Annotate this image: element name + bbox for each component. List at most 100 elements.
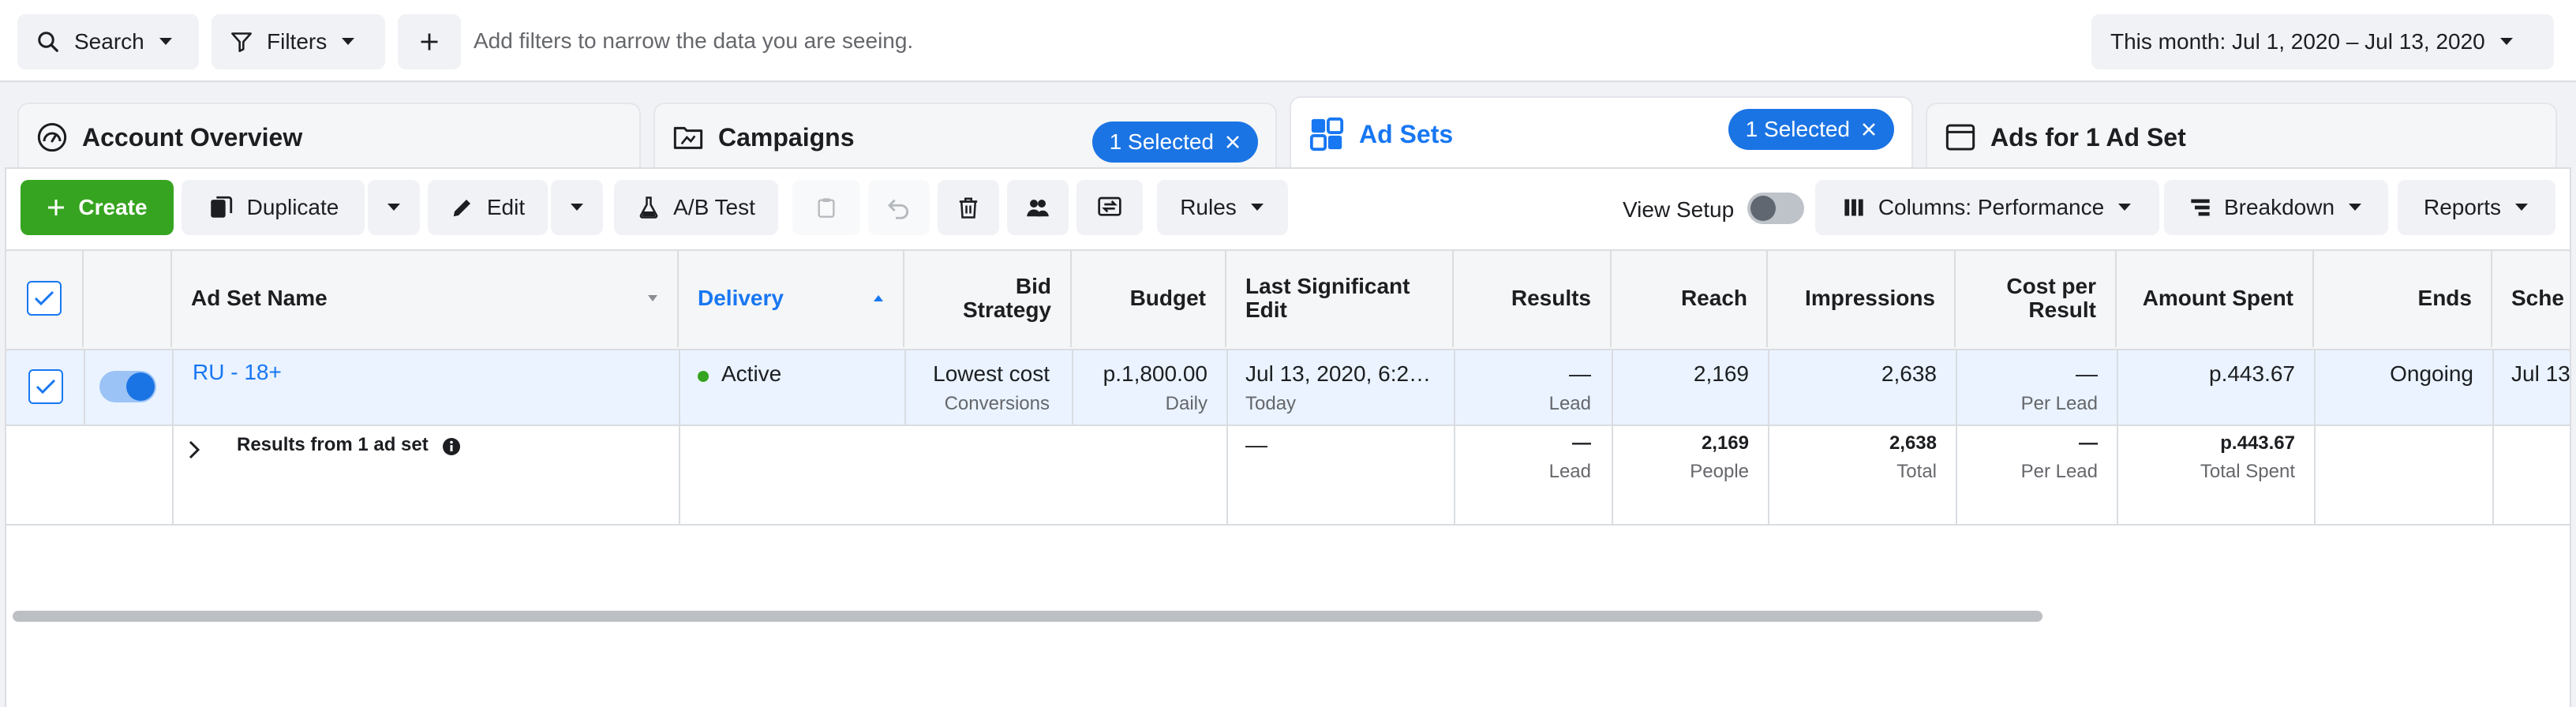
clipboard-icon bbox=[818, 198, 835, 218]
summary-amount-spent-sub: Total Spent bbox=[2200, 461, 2295, 482]
tab-ad-sets[interactable]: Ad Sets 1 Selected bbox=[1290, 96, 1913, 170]
tab-title: Ads for 1 Ad Set bbox=[1990, 122, 2186, 152]
tab-title: Account Overview bbox=[82, 122, 303, 152]
reach-value: 2,169 bbox=[1693, 361, 1749, 386]
rules-dropdown[interactable]: Rules bbox=[1157, 180, 1288, 235]
column-header-label: Sche bbox=[2511, 286, 2564, 310]
selected-badge[interactable]: 1 Selected bbox=[1728, 109, 1894, 150]
column-header-label: Amount Spent bbox=[2142, 286, 2293, 310]
sort-down-icon[interactable] bbox=[647, 294, 658, 302]
ad-set-name-link[interactable]: RU - 18+ bbox=[193, 360, 282, 385]
reports-dropdown[interactable]: Reports bbox=[2398, 180, 2555, 235]
column-header-name[interactable]: Ad Set Name bbox=[172, 249, 679, 347]
ad-sets-panel: Create Duplicate Edit A/B Test Rules Vie… bbox=[5, 167, 2571, 707]
summary-row: Results from 1 ad set — — Lead 2,169 Peo… bbox=[6, 426, 2570, 526]
last-edit-sub: Today bbox=[1245, 393, 1297, 414]
columns-dropdown[interactable]: Columns: Performance bbox=[1815, 180, 2159, 235]
horizontal-scrollbar[interactable] bbox=[13, 611, 2042, 622]
undo-icon bbox=[887, 199, 909, 219]
trash-icon bbox=[959, 197, 978, 219]
delete-button[interactable] bbox=[938, 180, 999, 235]
amount-spent-value: p.443.67 bbox=[2209, 361, 2295, 386]
budget-sub: Daily bbox=[1165, 393, 1208, 414]
column-header-last-edit[interactable]: Last Significant Edit bbox=[1226, 249, 1454, 347]
add-filter-button[interactable] bbox=[398, 14, 461, 69]
search-label: Search bbox=[74, 29, 144, 54]
duplicate-menu-button[interactable] bbox=[368, 180, 420, 235]
pencil-icon bbox=[453, 200, 470, 217]
bid-strategy-sub: Conversions bbox=[944, 393, 1050, 414]
schedule-value: Jul 13 bbox=[2511, 361, 2570, 386]
summary-impressions: 2,638 bbox=[1889, 432, 1937, 454]
undo-button[interactable] bbox=[868, 180, 930, 235]
summary-cost-per-result-sub: Per Lead bbox=[2020, 461, 2098, 482]
column-header-schedule[interactable]: Sche bbox=[2492, 249, 2570, 347]
column-header-label: Reach bbox=[1680, 286, 1747, 310]
column-header-ends[interactable]: Ends bbox=[2314, 249, 2492, 347]
column-header-delivery[interactable]: Delivery bbox=[679, 249, 904, 347]
caret-down-icon bbox=[159, 38, 172, 45]
search-icon bbox=[38, 32, 58, 52]
edit-button[interactable]: Edit bbox=[428, 180, 548, 235]
column-header-budget[interactable]: Budget bbox=[1072, 249, 1226, 347]
table-row[interactable]: RU - 18+ Active Lowest cost Conversions … bbox=[6, 350, 2570, 426]
close-icon[interactable] bbox=[1861, 122, 1877, 137]
window-icon bbox=[1945, 124, 1975, 151]
edit-menu-button[interactable] bbox=[551, 180, 603, 235]
column-header-label: Last Significant Edit bbox=[1245, 274, 1410, 322]
column-header-impressions[interactable]: Impressions bbox=[1768, 249, 1956, 347]
close-icon[interactable] bbox=[1225, 134, 1241, 150]
date-range-label: This month: Jul 1, 2020 – Jul 13, 2020 bbox=[2110, 29, 2485, 54]
search-dropdown[interactable]: Search bbox=[17, 14, 199, 69]
info-icon[interactable] bbox=[442, 437, 461, 456]
tab-title: Campaigns bbox=[718, 122, 855, 152]
caret-down-icon bbox=[2515, 204, 2529, 211]
paste-button[interactable] bbox=[792, 180, 860, 235]
selected-badge[interactable]: 1 Selected bbox=[1091, 122, 1258, 163]
budget-value: p.1,800.00 bbox=[1103, 361, 1208, 386]
folder-icon bbox=[673, 126, 703, 149]
chevron-right-icon[interactable] bbox=[188, 440, 200, 459]
tab-ads[interactable]: Ads for 1 Ad Set bbox=[1926, 103, 2557, 170]
impressions-value: 2,638 bbox=[1881, 361, 1937, 386]
breakdown-dropdown[interactable]: Breakdown bbox=[2164, 180, 2388, 235]
tab-campaigns[interactable]: Campaigns 1 Selected bbox=[653, 103, 1277, 170]
sort-up-icon[interactable] bbox=[873, 294, 884, 302]
caret-down-icon bbox=[571, 204, 583, 211]
ab-test-button[interactable]: A/B Test bbox=[614, 180, 778, 235]
audience-button[interactable] bbox=[1007, 180, 1069, 235]
date-range-picker[interactable]: This month: Jul 1, 2020 – Jul 13, 2020 bbox=[2091, 14, 2554, 69]
selected-badge-label: 1 Selected bbox=[1109, 129, 1214, 154]
selected-badge-label: 1 Selected bbox=[1745, 117, 1850, 141]
column-header-bid-strategy[interactable]: Bid Strategy bbox=[904, 249, 1072, 347]
summary-cost-per-result: — bbox=[2079, 432, 2098, 454]
create-label: Create bbox=[78, 195, 148, 219]
rules-label: Rules bbox=[1180, 195, 1237, 219]
view-setup-toggle[interactable] bbox=[1747, 193, 1804, 224]
summary-impressions-sub: Total bbox=[1896, 461, 1937, 482]
filter-hint: Add filters to narrow the data you are s… bbox=[474, 28, 914, 53]
column-header-label: Ends bbox=[2417, 286, 2472, 310]
plus-icon bbox=[48, 200, 65, 215]
row-checkbox[interactable] bbox=[28, 369, 63, 404]
column-header-results[interactable]: Results bbox=[1454, 249, 1612, 347]
ends-value: Ongoing bbox=[2390, 361, 2473, 386]
filters-dropdown[interactable]: Filters bbox=[212, 14, 385, 69]
create-button[interactable]: Create bbox=[21, 180, 174, 235]
select-all-checkbox[interactable] bbox=[27, 281, 62, 316]
column-header-cost-per-result[interactable]: Cost per Result bbox=[1956, 249, 2117, 347]
ab-test-label: A/B Test bbox=[673, 195, 755, 219]
column-header-label: Budget bbox=[1129, 286, 1206, 310]
column-header-reach[interactable]: Reach bbox=[1612, 249, 1768, 347]
summary-reach-sub: People bbox=[1690, 461, 1749, 482]
duplicate-button[interactable]: Duplicate bbox=[182, 180, 365, 235]
ad-set-toggle[interactable] bbox=[99, 371, 156, 402]
breakdown-label: Breakdown bbox=[2223, 195, 2335, 219]
bid-strategy-value: Lowest cost bbox=[933, 361, 1050, 386]
people-icon bbox=[1027, 200, 1049, 217]
compare-button[interactable] bbox=[1076, 180, 1143, 235]
column-header-amount-spent[interactable]: Amount Spent bbox=[2117, 249, 2314, 347]
tab-account-overview[interactable]: Account Overview bbox=[17, 103, 641, 170]
toggle-knob bbox=[1750, 196, 1776, 221]
caret-down-icon bbox=[2118, 204, 2132, 211]
